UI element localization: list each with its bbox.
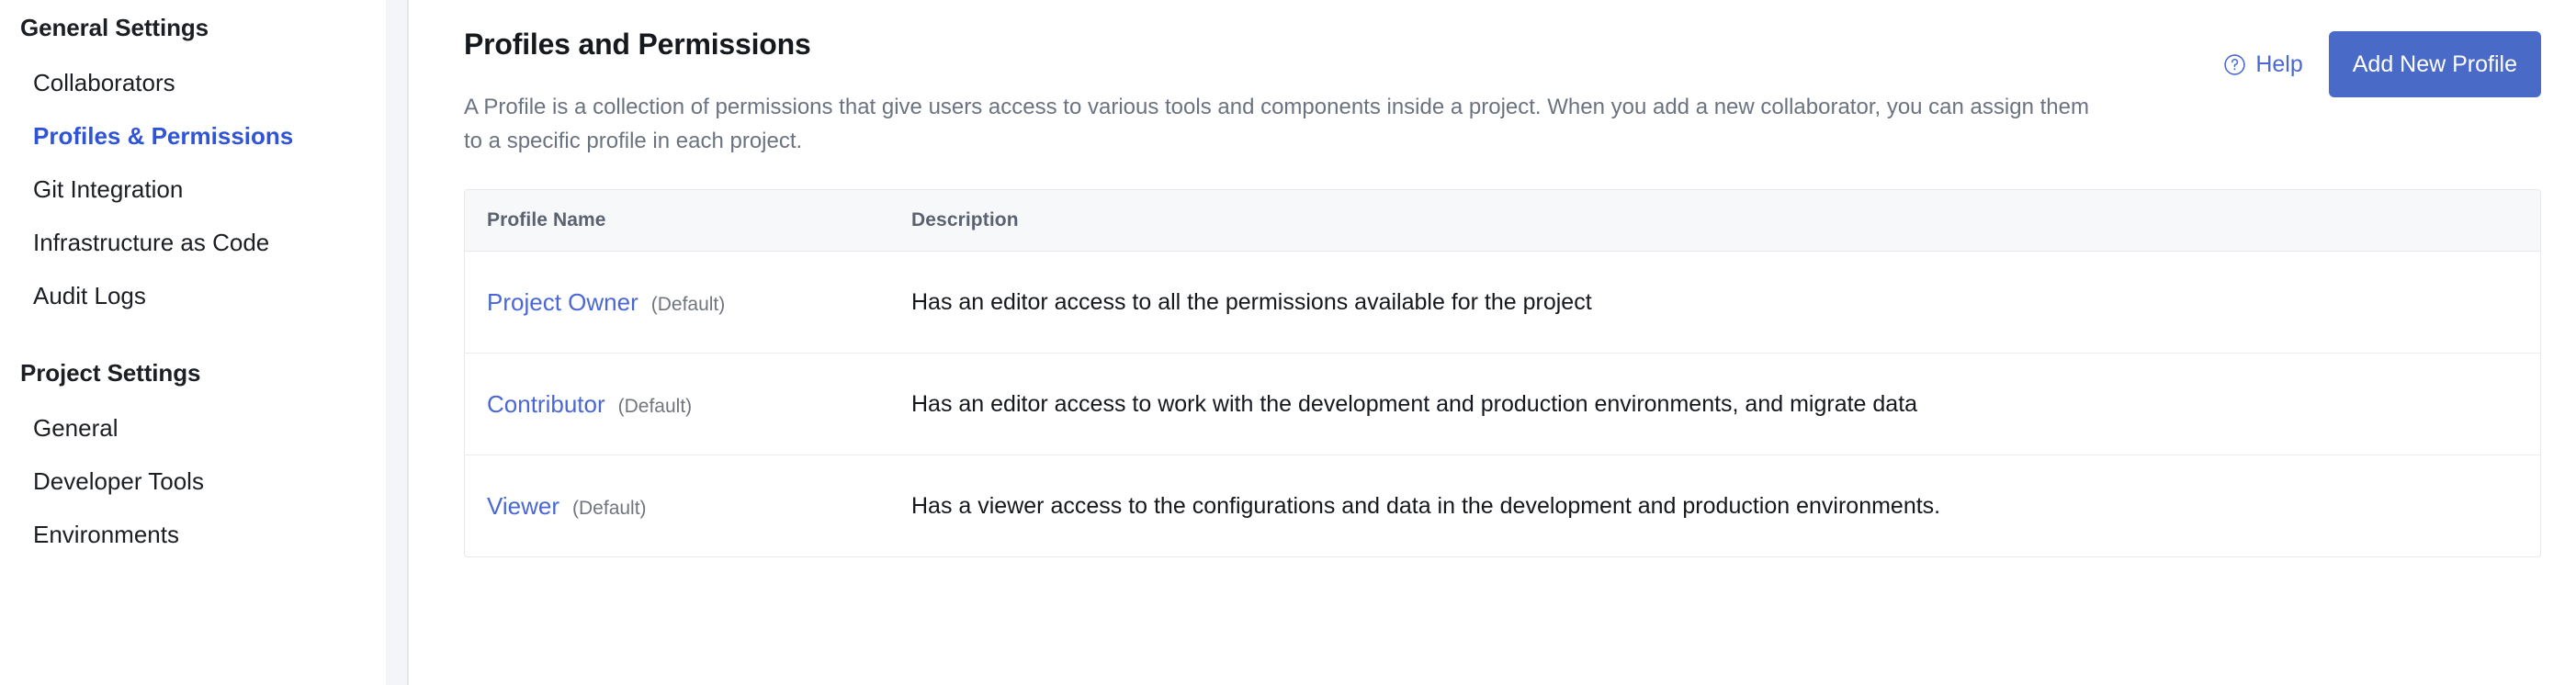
nav-group-project-settings: Project Settings General Developer Tools…: [20, 353, 409, 553]
column-header-profile-name: Profile Name: [465, 209, 889, 231]
sidebar-item-collaborators[interactable]: Collaborators: [20, 64, 409, 101]
default-badge: (Default): [651, 294, 726, 316]
table-row[interactable]: Viewer (Default) Has a viewer access to …: [465, 455, 2540, 556]
sidebar-item-infrastructure-as-code[interactable]: Infrastructure as Code: [20, 224, 409, 261]
sidebar-item-label: Audit Logs: [33, 282, 146, 309]
sidebar-item-git-integration[interactable]: Git Integration: [20, 171, 409, 208]
header-actions: Help Add New Profile: [2223, 31, 2541, 97]
profile-link-viewer[interactable]: Viewer: [487, 492, 559, 521]
description-text: Has a viewer access to the configuration…: [911, 493, 1940, 519]
table-row[interactable]: Project Owner (Default) Has an editor ac…: [465, 252, 2540, 354]
table-row[interactable]: Contributor (Default) Has an editor acce…: [465, 354, 2540, 455]
nav-group-general-settings: General Settings Collaborators Profiles …: [20, 7, 409, 314]
nav-group-title-general-settings: General Settings: [20, 7, 409, 48]
sidebar-item-label: Infrastructure as Code: [33, 229, 269, 256]
main-content: Profiles and Permissions Help Add New Pr…: [409, 0, 2576, 685]
description-text: Has an editor access to all the permissi…: [911, 289, 1592, 315]
nav-group-title-project-settings: Project Settings: [20, 353, 409, 393]
help-link[interactable]: Help: [2223, 51, 2302, 78]
description-text: Has an editor access to work with the de…: [911, 391, 1917, 417]
column-header-description: Description: [889, 209, 2540, 231]
sidebar-item-general[interactable]: General: [20, 410, 409, 446]
cell-description: Has a viewer access to the configuration…: [889, 493, 2540, 520]
sidebar-item-label: Developer Tools: [33, 467, 204, 495]
cell-description: Has an editor access to all the permissi…: [889, 289, 2540, 316]
sidebar-item-developer-tools[interactable]: Developer Tools: [20, 463, 409, 500]
sidebar-item-label: General: [33, 414, 119, 442]
sidebar-item-audit-logs[interactable]: Audit Logs: [20, 277, 409, 314]
settings-sidebar: General Settings Collaborators Profiles …: [0, 0, 409, 685]
cell-profile-name: Contributor (Default): [465, 390, 889, 419]
page-description: A Profile is a collection of permissions…: [464, 90, 2090, 158]
sidebar-item-label: Environments: [33, 521, 179, 548]
cell-profile-name: Viewer (Default): [465, 492, 889, 521]
add-new-profile-button[interactable]: Add New Profile: [2329, 31, 2541, 97]
cell-description: Has an editor access to work with the de…: [889, 391, 2540, 418]
profiles-table: Profile Name Description Project Owner (…: [464, 189, 2541, 557]
sidebar-item-label: Collaborators: [33, 69, 175, 96]
table-header-row: Profile Name Description: [465, 190, 2540, 252]
page-header: Profiles and Permissions Help Add New Pr…: [464, 9, 2576, 79]
sidebar-item-profiles-permissions[interactable]: Profiles & Permissions: [20, 118, 409, 154]
default-badge: (Default): [618, 396, 693, 418]
profile-link-contributor[interactable]: Contributor: [487, 390, 605, 419]
sidebar-item-environments[interactable]: Environments: [20, 516, 409, 553]
default-badge: (Default): [572, 498, 647, 520]
help-label: Help: [2255, 51, 2302, 78]
profile-link-project-owner[interactable]: Project Owner: [487, 288, 638, 317]
sidebar-item-label: Profiles & Permissions: [33, 122, 293, 150]
cell-profile-name: Project Owner (Default): [465, 288, 889, 317]
sidebar-item-label: Git Integration: [33, 175, 183, 203]
settings-page: General Settings Collaborators Profiles …: [0, 0, 2576, 685]
question-circle-icon: [2223, 53, 2246, 76]
sidebar-scroll-gutter[interactable]: [386, 0, 409, 685]
